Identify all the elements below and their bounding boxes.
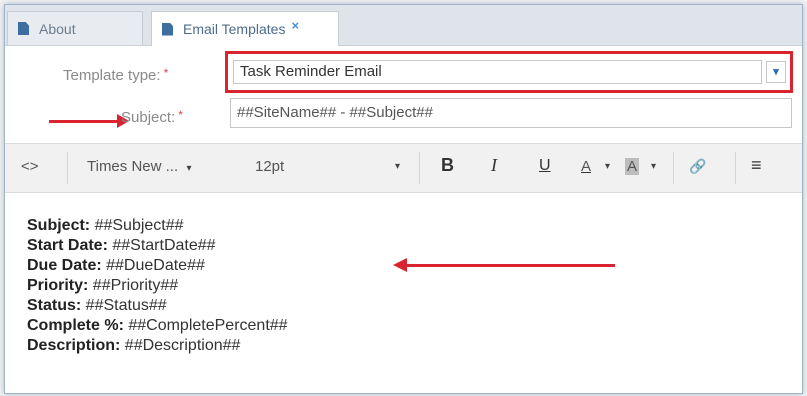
toolbar-divider	[67, 152, 68, 184]
body-line-status: Status: ##Status##	[27, 296, 167, 316]
toolbar-divider	[419, 152, 420, 184]
tab-email-templates-label: Email Templates	[183, 21, 286, 37]
bold-button[interactable]: B	[441, 155, 454, 176]
field-label: Description:	[27, 337, 121, 354]
annotation-arrow-body	[393, 258, 615, 272]
source-code-icon[interactable]: <>	[21, 158, 39, 175]
field-placeholder: ##Subject##	[90, 217, 184, 234]
template-type-highlight: Task Reminder Email ▾	[225, 51, 793, 93]
font-family-select[interactable]: Times New ... ▾	[87, 158, 192, 175]
link-icon[interactable]: 🔗	[689, 158, 706, 175]
template-type-select[interactable]: Task Reminder Email	[233, 60, 762, 84]
font-size-value: 12pt	[255, 158, 285, 175]
body-line-complete-percent: Complete %: ##CompletePercent##	[27, 316, 288, 336]
body-line-priority: Priority: ##Priority##	[27, 276, 178, 296]
template-type-label-text: Template type:	[63, 67, 161, 84]
close-icon[interactable]: ×	[291, 18, 299, 33]
chevron-down-icon[interactable]: ▾	[651, 161, 656, 172]
field-placeholder: ##CompletePercent##	[123, 317, 288, 334]
chevron-down-icon[interactable]: ▾	[766, 61, 786, 83]
chevron-down-icon[interactable]: ▾	[605, 161, 610, 172]
template-type-label: Template type: *	[63, 66, 169, 84]
field-label: Due Date:	[27, 257, 102, 274]
body-line-start-date: Start Date: ##StartDate##	[27, 236, 216, 256]
field-placeholder: ##Status##	[81, 297, 167, 314]
subject-label-text: Subject:	[121, 109, 176, 126]
field-label: Priority:	[27, 277, 89, 294]
field-placeholder: ##DueDate##	[101, 257, 205, 274]
font-color-button[interactable]: A	[581, 158, 591, 175]
tab-email-templates[interactable]: Email Templates ×	[151, 11, 339, 46]
field-label: Status:	[27, 297, 82, 314]
field-label: Start Date:	[27, 237, 108, 254]
chevron-down-icon: ▾	[186, 163, 192, 174]
toolbar-divider	[735, 152, 736, 184]
subject-label: Subject: *	[121, 108, 183, 126]
font-size-select[interactable]: 12pt	[255, 158, 284, 175]
tab-bar: About Email Templates ×	[5, 5, 802, 46]
tab-about-label: About	[39, 20, 76, 37]
editor-body[interactable]: Subject: ##Subject## Start Date: ##Start…	[5, 192, 802, 392]
field-label: Subject:	[27, 217, 91, 234]
email-template-editor-window: About Email Templates × Template type: * …	[4, 4, 803, 394]
body-line-due-date: Due Date: ##DueDate##	[27, 256, 205, 276]
field-placeholder: ##Priority##	[88, 277, 179, 294]
font-family-value: Times New ...	[87, 158, 179, 175]
underline-button[interactable]: U	[539, 157, 551, 175]
required-marker: *	[163, 66, 169, 80]
align-icon[interactable]: ≡	[751, 155, 762, 176]
field-label: Complete %:	[27, 317, 124, 334]
field-placeholder: ##StartDate##	[107, 237, 216, 254]
field-placeholder: ##Description##	[120, 337, 241, 354]
italic-button[interactable]: I	[491, 155, 497, 176]
subject-input[interactable]: ##SiteName## - ##Subject##	[230, 98, 792, 128]
required-marker: *	[178, 108, 183, 122]
body-line-subject: Subject: ##Subject##	[27, 216, 184, 236]
chevron-down-icon[interactable]: ▾	[395, 161, 400, 172]
body-line-description: Description: ##Description##	[27, 336, 240, 356]
document-icon	[18, 22, 29, 35]
editor-toolbar: <> Times New ... ▾ 12pt ▾ B I U A ▾ A ▾ …	[5, 143, 802, 193]
annotation-arrow-subject	[49, 114, 129, 128]
document-icon	[162, 22, 173, 36]
background-color-button[interactable]: A	[625, 158, 640, 175]
tab-about[interactable]: About	[7, 11, 143, 45]
toolbar-divider	[673, 152, 674, 184]
